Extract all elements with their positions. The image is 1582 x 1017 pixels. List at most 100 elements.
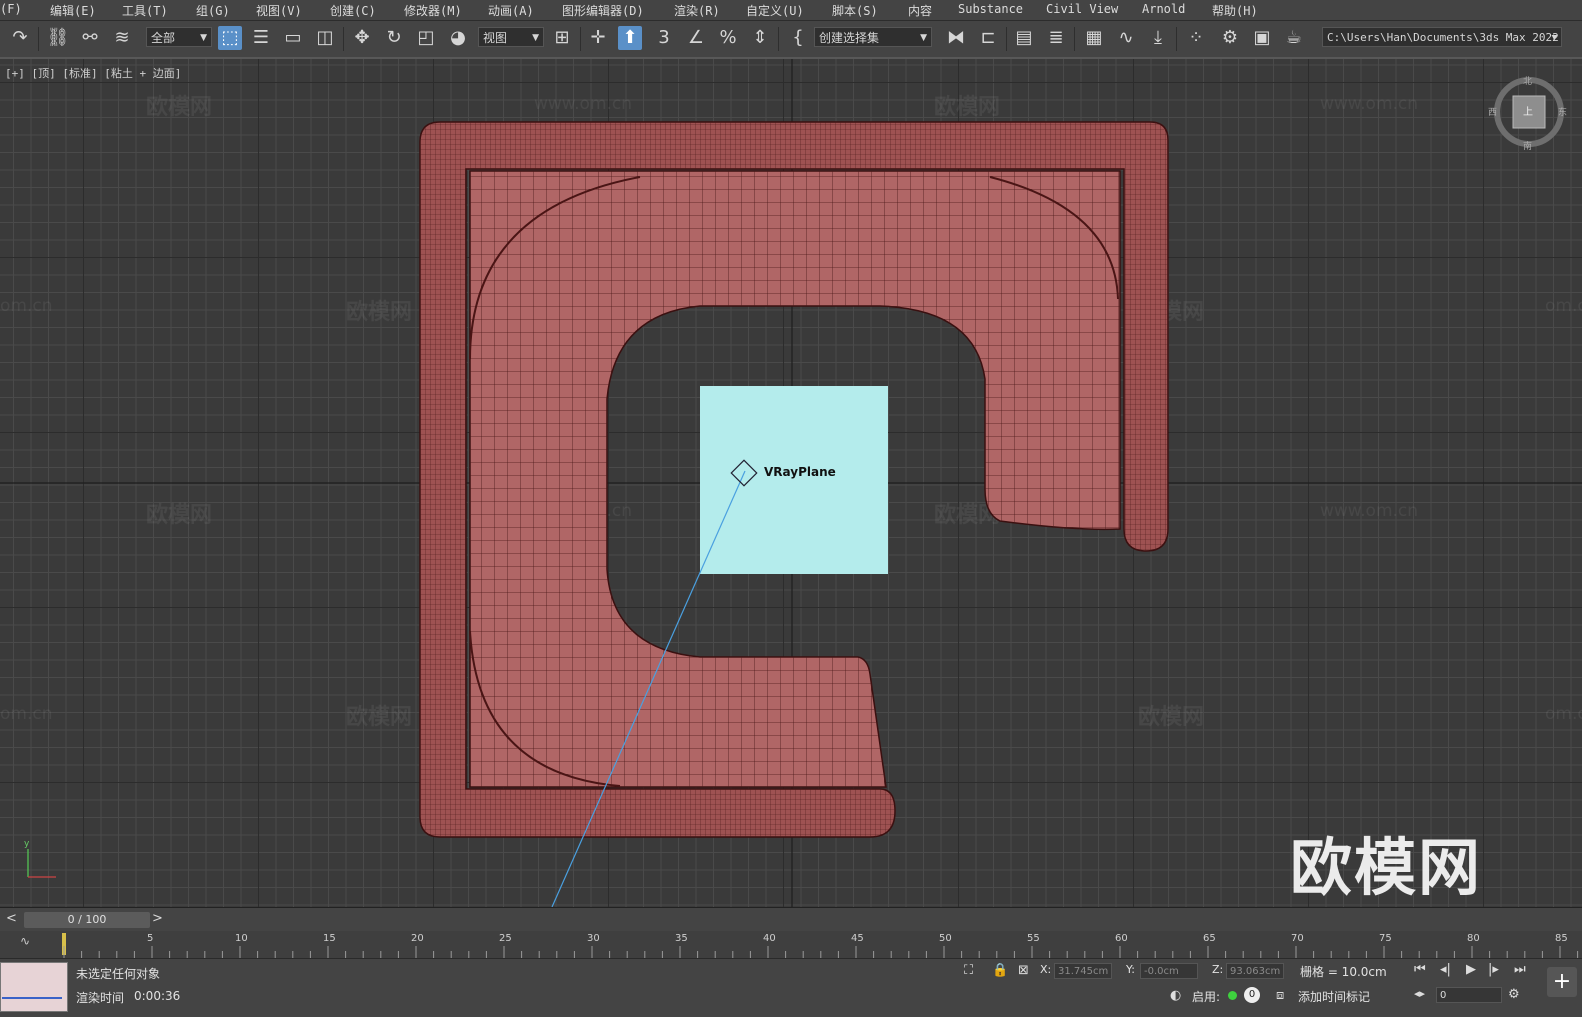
render-production-icon[interactable]: ☕ xyxy=(1282,26,1306,50)
time-slider[interactable]: 0 / 100 xyxy=(24,912,150,928)
menu-item[interactable]: Civil View xyxy=(1046,2,1118,16)
viewcube-south[interactable]: 南 xyxy=(1523,139,1532,152)
mirror-icon[interactable]: ⧓ xyxy=(944,26,968,50)
unlink-icon[interactable]: ⚯ xyxy=(78,26,102,50)
z-coord-field[interactable]: 93.063cm xyxy=(1226,963,1284,979)
redo-icon[interactable]: ↷ xyxy=(8,26,32,50)
tick-label: 15 xyxy=(323,933,336,944)
select-by-name-icon[interactable]: ☰ xyxy=(249,26,273,50)
rotate-icon[interactable]: ↻ xyxy=(382,26,406,50)
menu-item[interactable]: 脚本(S) xyxy=(832,2,878,19)
add-viewport-button[interactable]: + xyxy=(1547,967,1577,997)
pivot-center-icon[interactable]: ⊞ xyxy=(550,26,574,50)
scene-explorer-icon[interactable]: ▤ xyxy=(1012,26,1036,50)
time-tag-icon[interactable]: ⧈ xyxy=(1276,988,1284,1003)
tick-label: 55 xyxy=(1027,933,1040,944)
material-editor-icon[interactable]: ⁘ xyxy=(1184,26,1208,50)
render-setup-icon[interactable]: ⚙ xyxy=(1218,26,1242,50)
toolbar-separator xyxy=(343,27,344,51)
reference-coord-dropdown[interactable]: 视图 ▼ xyxy=(478,27,544,47)
tick-label: 75 xyxy=(1379,933,1392,944)
add-time-tag[interactable]: 添加时间标记 xyxy=(1298,988,1370,1005)
reference-coord-value: 视图 xyxy=(483,31,508,45)
isolate-selection-icon[interactable]: ⛶ xyxy=(964,963,973,978)
snap-toggle-icon[interactable]: 3 xyxy=(652,26,676,50)
chevron-down-icon: ▼ xyxy=(1551,33,1557,43)
tick-label: 70 xyxy=(1291,933,1304,944)
angle-snap-icon[interactable]: ∠ xyxy=(684,26,708,50)
tick-label: 65 xyxy=(1203,933,1216,944)
viewcube-face-top[interactable]: 上 xyxy=(1523,103,1533,118)
selection-filter-dropdown[interactable]: 全部 ▼ xyxy=(146,27,212,47)
percent-snap-icon[interactable]: % xyxy=(716,26,740,50)
menu-item[interactable]: (F) xyxy=(0,2,22,16)
track-bar[interactable]: ∿ 5 10 15 20 25 30 35 40 45 50 55 60 65 70 75 80 85 xyxy=(0,931,1582,959)
chevron-down-icon: ▼ xyxy=(200,33,207,43)
menu-item[interactable]: 内容 xyxy=(908,2,932,19)
bind-spacewarp-icon[interactable]: ≋ xyxy=(110,26,134,50)
time-config-icon[interactable]: ⚙ xyxy=(1508,987,1520,1002)
x-coord-field[interactable]: 31.745cm xyxy=(1054,963,1112,979)
named-selection-dropdown[interactable]: 创建选择集 ▼ xyxy=(814,27,932,47)
viewport-label[interactable]: [+] [顶] [标准] [粘土 + 边面] xyxy=(5,65,181,81)
menu-item[interactable]: 修改器(M) xyxy=(404,2,462,19)
enable-count-badge[interactable]: 0 xyxy=(1244,987,1260,1003)
menu-item[interactable]: 帮助(H) xyxy=(1212,2,1258,19)
menu-item[interactable]: 创建(C) xyxy=(330,2,376,19)
viewcube-east[interactable]: 东 xyxy=(1558,105,1567,118)
go-to-start-icon[interactable]: ⏮ xyxy=(1414,962,1426,977)
x-label: X: xyxy=(1040,963,1052,976)
menu-item[interactable]: 编辑(E) xyxy=(50,2,96,19)
y-coord-field[interactable]: -0.0cm xyxy=(1140,963,1198,979)
viewcube-north[interactable]: 北 xyxy=(1523,74,1532,87)
current-frame-field[interactable]: 0 xyxy=(1436,987,1502,1003)
menu-item[interactable]: Substance xyxy=(958,2,1023,16)
key-mode-icon[interactable]: ◂▸ xyxy=(1414,987,1425,1000)
menu-item[interactable]: 工具(T) xyxy=(122,2,168,19)
move-icon[interactable]: ✥ xyxy=(350,26,374,50)
schematic-view-icon[interactable]: ⤓ xyxy=(1146,26,1170,50)
menu-item[interactable]: Arnold xyxy=(1142,2,1185,16)
render-time-label: 渲染时间 xyxy=(76,991,125,1005)
go-to-end-icon[interactable]: ⏭ xyxy=(1514,962,1526,977)
menu-item[interactable]: 视图(V) xyxy=(256,2,302,19)
align-icon[interactable]: ⊏ xyxy=(976,26,1000,50)
spinner-snap-icon[interactable]: ⇕ xyxy=(748,26,772,50)
tick-label: 40 xyxy=(763,933,776,944)
edit-named-sets-icon[interactable]: { xyxy=(786,26,810,50)
prev-frame-button[interactable]: < xyxy=(6,911,17,926)
scale-icon[interactable]: ◰ xyxy=(414,26,438,50)
menu-item[interactable]: 自定义(U) xyxy=(746,2,804,19)
absolute-mode-icon[interactable]: ⊠ xyxy=(1018,963,1029,978)
top-viewport[interactable]: 欧模网 欧模网 欧模网 欧模网 欧模网 欧模网 欧模网 欧模网 www.om.cn www.om.… xyxy=(0,59,1582,907)
menu-item[interactable]: 渲染(R) xyxy=(674,2,720,19)
next-key-icon[interactable]: |▸ xyxy=(1488,962,1499,977)
rect-selection-icon[interactable]: ▭ xyxy=(281,26,305,50)
lock-selection-icon[interactable]: 🔒 xyxy=(992,963,1008,978)
menu-item[interactable]: 动画(A) xyxy=(488,2,534,19)
project-path-dropdown[interactable]: C:\Users\Han\Documents\3ds Max 2022 ▼ xyxy=(1322,27,1562,47)
maxscript-listener[interactable] xyxy=(0,962,68,1012)
link-icon[interactable]: ⛓ xyxy=(46,26,70,50)
adaptive-degradation-icon[interactable]: ◐ xyxy=(1170,988,1181,1003)
grid-size: 栅格 = 10.0cm xyxy=(1300,965,1387,979)
menu-item[interactable]: 组(G) xyxy=(196,2,230,19)
curve-editor-icon[interactable]: ∿ xyxy=(1114,26,1138,50)
place-icon[interactable]: ◕ xyxy=(446,26,470,50)
prev-key-icon[interactable]: ◂| xyxy=(1440,962,1451,977)
rendered-frame-window-icon[interactable]: ▣ xyxy=(1250,26,1274,50)
keyboard-shortcut-override-icon[interactable]: ⬆ xyxy=(618,26,642,50)
viewcube-west[interactable]: 西 xyxy=(1488,105,1497,118)
select-object-icon[interactable]: ⬚ xyxy=(218,26,242,50)
status-dot xyxy=(1228,991,1237,1000)
tick-label: 35 xyxy=(675,933,688,944)
manipulate-icon[interactable]: ✛ xyxy=(586,26,610,50)
toggle-ribbon-icon[interactable]: ▦ xyxy=(1082,26,1106,50)
next-frame-button[interactable]: > xyxy=(152,911,163,926)
window-crossing-icon[interactable]: ◫ xyxy=(313,26,337,50)
selection-filter-value: 全部 xyxy=(151,31,176,45)
layer-explorer-icon[interactable]: ≣ xyxy=(1044,26,1068,50)
menu-item[interactable]: 图形编辑器(D) xyxy=(562,2,644,19)
tick-label: 60 xyxy=(1115,933,1128,944)
play-icon[interactable]: ▶ xyxy=(1466,962,1476,977)
